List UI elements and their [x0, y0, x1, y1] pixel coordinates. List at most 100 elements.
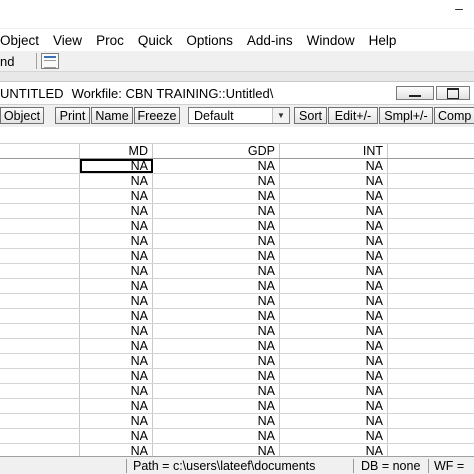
cell-gdp[interactable]: NA	[153, 429, 280, 443]
table-row[interactable]: NA NA NA	[0, 399, 474, 414]
cell-gdp[interactable]: NA	[153, 309, 280, 323]
cell-md[interactable]: NA	[80, 324, 153, 338]
menu-window[interactable]: Window	[300, 33, 362, 48]
cell-md[interactable]: NA	[80, 249, 153, 263]
cell-md[interactable]: NA	[80, 204, 153, 218]
cell-empty[interactable]	[388, 249, 474, 263]
cell-md[interactable]: NA	[80, 414, 153, 428]
cell-empty[interactable]	[388, 399, 474, 413]
cell-obs[interactable]	[0, 234, 80, 248]
cell-obs[interactable]	[0, 339, 80, 353]
cell-empty[interactable]	[388, 309, 474, 323]
menu-add-ins[interactable]: Add-ins	[240, 33, 300, 48]
edit-button[interactable]: Edit+/-	[328, 107, 378, 124]
table-row[interactable]: NA NA NA	[0, 159, 474, 174]
spreadsheet-grid[interactable]: MD GDP INT NA NA NA NA NA NA NA NA NA NA NA NA NA NA N…	[0, 127, 474, 457]
cell-int[interactable]: NA	[280, 279, 388, 293]
cell-gdp[interactable]: NA	[153, 249, 280, 263]
object-button[interactable]: Object	[0, 107, 44, 124]
cell-md[interactable]: NA	[80, 264, 153, 278]
menu-help[interactable]: Help	[362, 33, 404, 48]
cell-obs[interactable]	[0, 354, 80, 368]
cell-empty[interactable]	[388, 339, 474, 353]
cell-obs[interactable]	[0, 324, 80, 338]
cell-empty[interactable]	[388, 204, 474, 218]
cell-md[interactable]: NA	[80, 234, 153, 248]
cell-md[interactable]: NA	[80, 174, 153, 188]
cell-empty[interactable]	[388, 414, 474, 428]
cell-gdp[interactable]: NA	[153, 414, 280, 428]
table-row[interactable]: NA NA NA	[0, 294, 474, 309]
cell-int[interactable]: NA	[280, 189, 388, 203]
cell-int[interactable]: NA	[280, 204, 388, 218]
table-row[interactable]: NA NA NA	[0, 414, 474, 429]
cell-int[interactable]: NA	[280, 414, 388, 428]
chevron-down-icon[interactable]: ▼	[272, 108, 289, 123]
cell-int[interactable]: NA	[280, 429, 388, 443]
cell-int[interactable]: NA	[280, 354, 388, 368]
cell-int[interactable]: NA	[280, 219, 388, 233]
cell-int[interactable]: NA	[280, 309, 388, 323]
cell-empty[interactable]	[388, 294, 474, 308]
cell-gdp[interactable]: NA	[153, 354, 280, 368]
table-row[interactable]: NA NA NA	[0, 219, 474, 234]
cell-obs[interactable]	[0, 414, 80, 428]
cell-obs[interactable]	[0, 219, 80, 233]
cell-empty[interactable]	[388, 234, 474, 248]
menu-proc[interactable]: Proc	[89, 33, 131, 48]
cell-md[interactable]: NA	[80, 354, 153, 368]
cell-int[interactable]: NA	[280, 324, 388, 338]
cell-int[interactable]: NA	[280, 174, 388, 188]
table-row[interactable]: NA NA NA	[0, 204, 474, 219]
table-row[interactable]: NA NA NA	[0, 384, 474, 399]
cell-gdp[interactable]: NA	[153, 339, 280, 353]
cell-md[interactable]: NA	[80, 219, 153, 233]
table-row[interactable]: NA NA NA	[0, 369, 474, 384]
cell-empty[interactable]	[388, 219, 474, 233]
cell-empty[interactable]	[388, 174, 474, 188]
cell-md[interactable]: NA	[80, 189, 153, 203]
cell-gdp[interactable]: NA	[153, 369, 280, 383]
cell-gdp[interactable]: NA	[153, 204, 280, 218]
table-row[interactable]: NA NA NA	[0, 354, 474, 369]
cell-obs[interactable]	[0, 294, 80, 308]
cell-empty[interactable]	[388, 279, 474, 293]
cell-obs[interactable]	[0, 309, 80, 323]
cell-empty[interactable]	[388, 429, 474, 443]
table-row[interactable]: NA NA NA	[0, 264, 474, 279]
workfile-maximize-button[interactable]	[436, 86, 470, 100]
cell-gdp[interactable]: NA	[153, 234, 280, 248]
menu-quick[interactable]: Quick	[131, 33, 180, 48]
cell-obs[interactable]	[0, 249, 80, 263]
cell-obs[interactable]	[0, 204, 80, 218]
cell-int[interactable]: NA	[280, 339, 388, 353]
freeze-button[interactable]: Freeze	[134, 107, 180, 124]
table-row[interactable]: NA NA NA	[0, 324, 474, 339]
name-button[interactable]: Name	[91, 107, 133, 124]
column-header-int[interactable]: INT	[280, 144, 388, 158]
menu-options[interactable]: Options	[179, 33, 240, 48]
cell-empty[interactable]	[388, 324, 474, 338]
cell-empty[interactable]	[388, 354, 474, 368]
display-format-select[interactable]: Default ▼	[188, 107, 290, 124]
table-row[interactable]: NA NA NA	[0, 174, 474, 189]
table-row[interactable]: NA NA NA	[0, 249, 474, 264]
cell-obs[interactable]	[0, 384, 80, 398]
cell-md[interactable]: NA	[80, 429, 153, 443]
cell-obs[interactable]	[0, 174, 80, 188]
cell-gdp[interactable]: NA	[153, 264, 280, 278]
cell-gdp[interactable]: NA	[153, 324, 280, 338]
cell-obs[interactable]	[0, 369, 80, 383]
cell-empty[interactable]	[388, 159, 474, 173]
cell-gdp[interactable]: NA	[153, 294, 280, 308]
cell-gdp[interactable]: NA	[153, 159, 280, 173]
cell-empty[interactable]	[388, 369, 474, 383]
print-button[interactable]: Print	[55, 107, 90, 124]
cell-md[interactable]: NA	[80, 279, 153, 293]
table-row[interactable]: NA NA NA	[0, 234, 474, 249]
cell-int[interactable]: NA	[280, 264, 388, 278]
cell-obs[interactable]	[0, 189, 80, 203]
column-header-empty[interactable]	[388, 144, 474, 158]
cell-gdp[interactable]: NA	[153, 279, 280, 293]
cell-md[interactable]: NA	[80, 309, 153, 323]
